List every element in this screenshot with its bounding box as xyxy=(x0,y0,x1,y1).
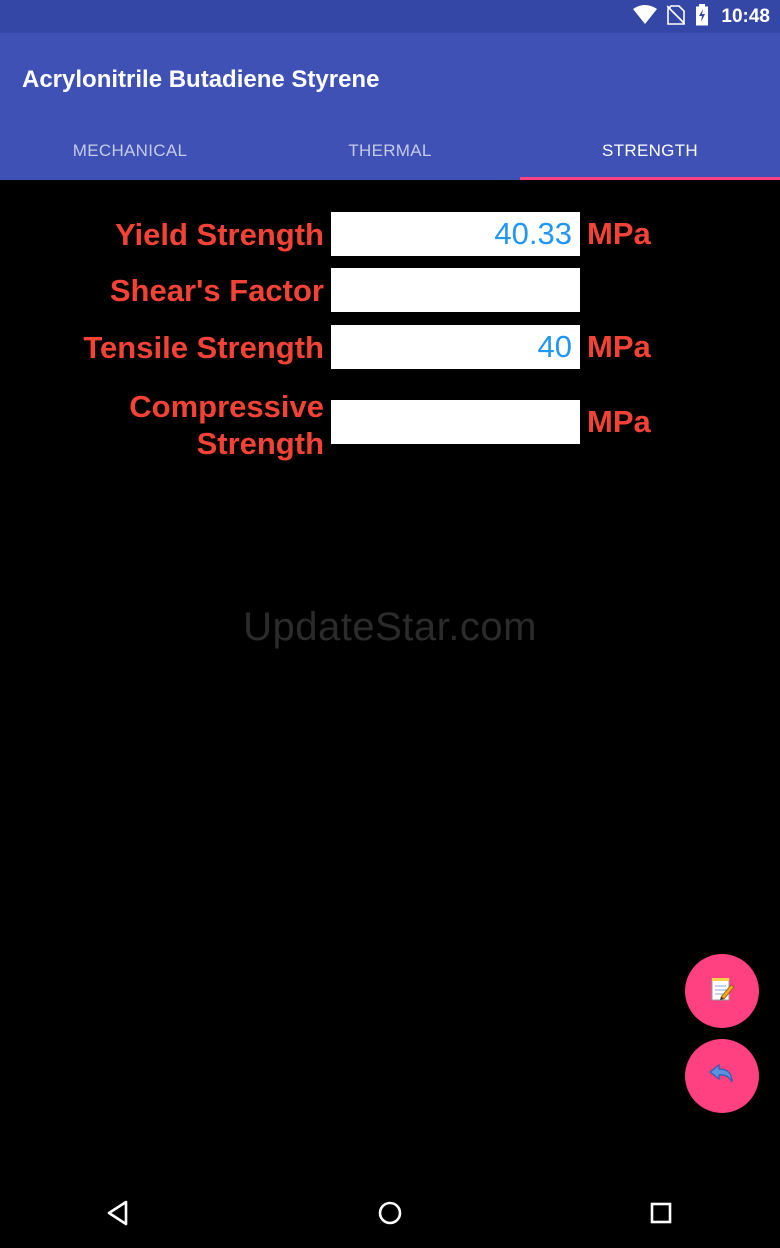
yield-strength-field[interactable]: 40.33 xyxy=(331,212,580,256)
shears-factor-field[interactable] xyxy=(331,268,580,312)
compressive-strength-unit: MPa xyxy=(587,404,651,439)
undo-icon xyxy=(708,1062,736,1091)
yield-strength-unit: MPa xyxy=(587,216,651,251)
tab-mechanical[interactable]: MECHANICAL xyxy=(0,121,260,180)
compressive-strength-label-line1: Compressive xyxy=(129,389,324,424)
tensile-strength-field[interactable]: 40 xyxy=(331,325,580,369)
back-nav-button[interactable] xyxy=(103,1200,133,1230)
app-title: Acrylonitrile Butadiene Styrene xyxy=(22,66,380,93)
home-circle-icon xyxy=(377,1200,403,1231)
strength-panel: Yield Strength 40.33 MPa Shear's Factor … xyxy=(0,180,780,1180)
no-sim-icon xyxy=(666,4,687,30)
compressive-strength-label: Compressive Strength xyxy=(129,388,324,462)
wifi-icon xyxy=(633,4,658,30)
watermark: UpdateStar.com xyxy=(243,605,537,649)
tab-strip: MECHANICAL THERMAL STRENGTH xyxy=(0,121,780,180)
tensile-strength-unit: MPa xyxy=(587,329,651,364)
tab-strength[interactable]: STRENGTH xyxy=(520,121,780,180)
tensile-strength-label: Tensile Strength xyxy=(83,330,324,365)
notepad-icon xyxy=(709,976,735,1007)
home-nav-button[interactable] xyxy=(375,1200,405,1230)
yield-strength-label: Yield Strength xyxy=(115,217,324,252)
compressive-strength-label-line2: Strength xyxy=(196,426,324,461)
app-bar: Acrylonitrile Butadiene Styrene MECHANIC… xyxy=(0,33,780,180)
status-bar: 10:48 xyxy=(0,0,780,33)
recents-square-icon xyxy=(649,1201,673,1230)
status-icons: 10:48 xyxy=(633,3,770,31)
edit-fab-button[interactable] xyxy=(685,954,759,1028)
recents-nav-button[interactable] xyxy=(646,1200,676,1230)
battery-charging-icon xyxy=(695,3,709,31)
back-fab-button[interactable] xyxy=(685,1039,759,1113)
back-triangle-icon xyxy=(106,1200,130,1231)
tab-thermal[interactable]: THERMAL xyxy=(260,121,520,180)
shears-factor-label: Shear's Factor xyxy=(109,273,324,308)
compressive-strength-field[interactable] xyxy=(331,400,580,444)
navigation-bar xyxy=(0,1180,780,1248)
status-time: 10:48 xyxy=(721,6,770,27)
